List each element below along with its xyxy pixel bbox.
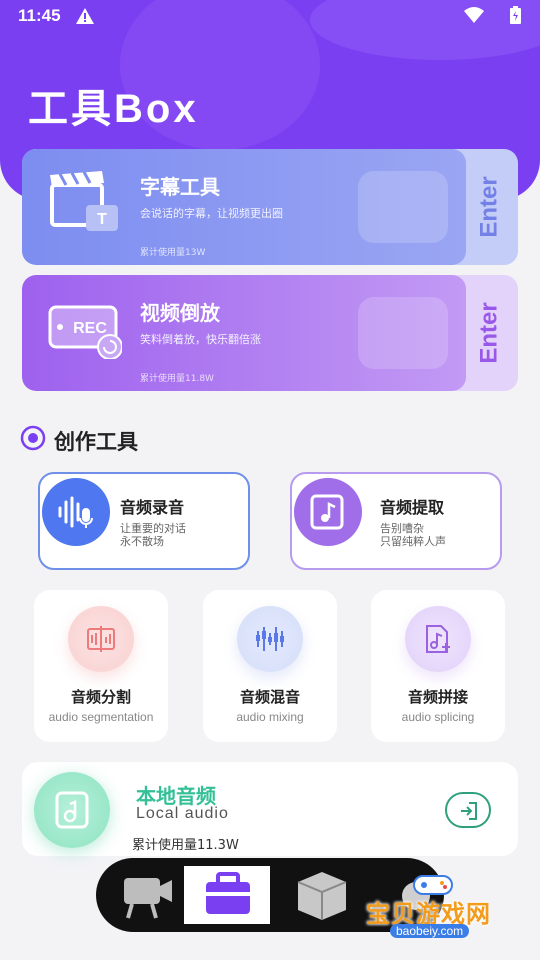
audio-extract-card[interactable]: 音频提取 告别嘈杂 只留纯粹人声	[290, 472, 502, 570]
card-title: 视频倒放	[140, 301, 220, 325]
wifi-icon	[464, 7, 484, 23]
tool-subtitle: audio splicing	[401, 710, 475, 724]
local-audio-subtitle: Local audio	[136, 805, 229, 822]
section-title: 创作工具	[54, 430, 138, 454]
audio-record-card[interactable]: 音频录音 让重要的对话 永不散场	[38, 472, 250, 570]
icon-circle	[34, 772, 110, 848]
voice-wave-icon	[58, 496, 93, 528]
enter-label: Enter	[476, 176, 504, 238]
split-icon	[87, 626, 115, 652]
splice-icon	[426, 625, 450, 653]
icon-circle	[294, 478, 362, 546]
nav-box[interactable]	[278, 866, 364, 924]
target-icon	[20, 425, 46, 451]
svg-text:T: T	[97, 211, 107, 228]
play-decoration	[358, 171, 448, 243]
card-main: T 字幕工具 会说话的字幕，让视频更出圈 累计使用量13W	[22, 149, 466, 265]
warning-icon	[76, 8, 94, 24]
music-file-icon	[310, 494, 344, 530]
tool-subtitle: audio mixing	[236, 710, 304, 724]
icon-circle	[42, 478, 110, 546]
app-title: 工具Box	[28, 87, 199, 131]
toolbox-icon	[206, 872, 250, 914]
mixer-icon	[256, 627, 284, 651]
tool-title: 音频提取	[380, 498, 445, 517]
tool-subtitle: audio segmentation	[48, 710, 154, 724]
play-decoration	[358, 297, 448, 369]
local-audio-card[interactable]: 本地音频 Local audio 累计使用量11.3W	[22, 762, 518, 856]
icon-circle	[68, 606, 134, 672]
watermark: 宝贝游戏网 baobeiy.com	[362, 872, 512, 952]
card-description: 笑料倒着放，快乐翻倍涨	[140, 333, 261, 346]
enter-arrow-icon	[461, 802, 477, 820]
enter-button[interactable]: Enter	[462, 149, 518, 265]
rec-text: REC	[73, 320, 107, 337]
usage-count: 累计使用量13W	[140, 248, 206, 258]
tool-description: 让重要的对话 永不散场	[120, 522, 186, 548]
audio-split-card[interactable]: 音频分割 audio segmentation	[34, 590, 168, 742]
clapperboard-icon: T	[50, 171, 118, 231]
enter-button[interactable]	[445, 792, 491, 828]
icon-circle	[237, 606, 303, 672]
battery-icon	[510, 6, 521, 24]
tool-title: 音频拼接	[407, 688, 468, 706]
video-reverse-card[interactable]: REC 视频倒放 笑料倒着放，快乐翻倍涨 累计使用量11.8W Enter	[22, 275, 518, 391]
tool-title: 音频混音	[239, 688, 300, 706]
rec-icon: REC	[48, 305, 122, 359]
status-bar: 11:45	[0, 0, 540, 32]
card-main: REC 视频倒放 笑料倒着放，快乐翻倍涨 累计使用量11.8W	[22, 275, 466, 391]
audio-splice-card[interactable]: 音频拼接 audio splicing	[371, 590, 505, 742]
video-camera-icon	[124, 878, 172, 919]
usage-count: 累计使用量11.8W	[140, 374, 214, 384]
card-description: 会说话的字幕，让视频更出圈	[140, 207, 283, 220]
usage-count: 累计使用量11.3W	[132, 838, 239, 853]
audio-mix-card[interactable]: 音频混音 audio mixing	[203, 590, 337, 742]
card-title: 字幕工具	[140, 175, 220, 199]
status-time: 11:45	[18, 6, 61, 25]
tool-description: 告别嘈杂 只留纯粹人声	[380, 522, 446, 548]
nav-video[interactable]	[104, 866, 190, 924]
nav-tools[interactable]	[184, 866, 270, 924]
local-file-icon	[55, 791, 89, 829]
gamepad-icon	[413, 875, 453, 895]
subtitle-tool-card[interactable]: T 字幕工具 会说话的字幕，让视频更出圈 累计使用量13W Enter	[22, 149, 518, 265]
tool-title: 音频录音	[120, 498, 185, 517]
enter-label: Enter	[476, 302, 504, 364]
cube-icon	[297, 872, 347, 920]
watermark-url: baobeiy.com	[390, 924, 470, 938]
icon-circle	[405, 606, 471, 672]
tool-title: 音频分割	[70, 688, 131, 706]
enter-button[interactable]: Enter	[462, 275, 518, 391]
